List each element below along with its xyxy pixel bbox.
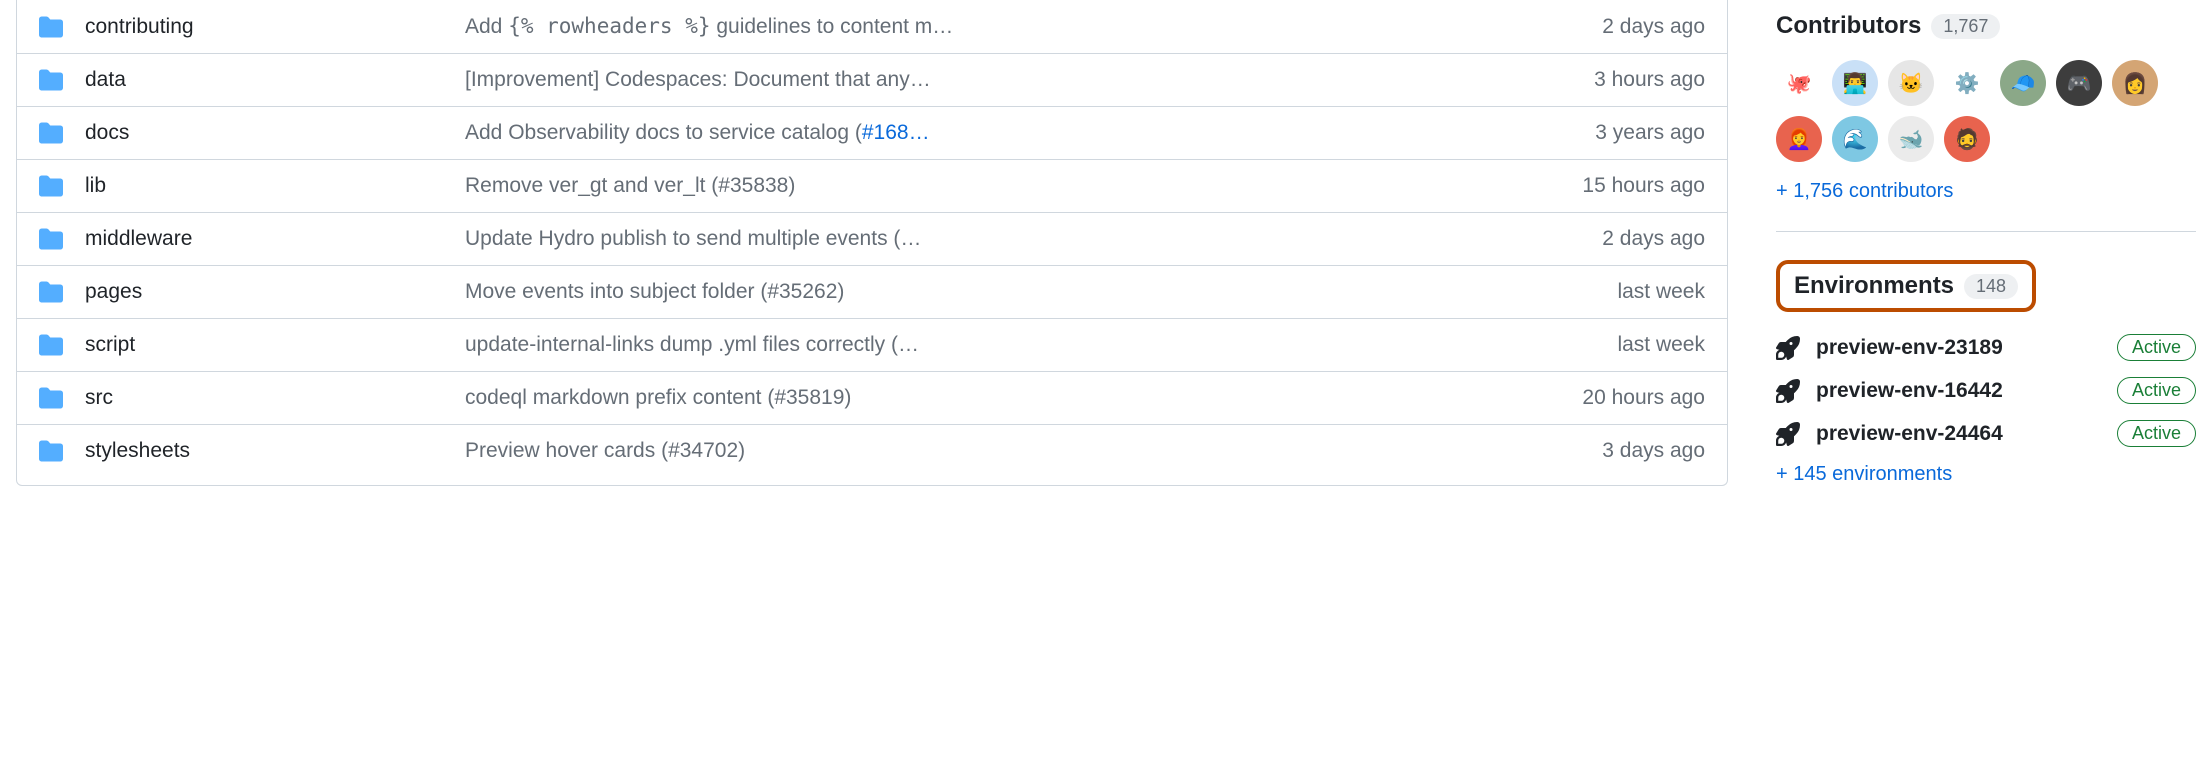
more-contributors-link[interactable]: + 1,756 contributors [1776,180,2196,203]
folder-icon [39,68,63,92]
environment-item[interactable]: preview-env-16442 Active [1776,377,2196,404]
file-name[interactable]: lib [85,174,465,198]
commit-message[interactable]: [Improvement] Codespaces: Document that … [465,68,1525,92]
commit-time: 2 days ago [1525,227,1705,251]
commit-time: 15 hours ago [1525,174,1705,198]
file-name[interactable]: middleware [85,227,465,251]
contributor-avatar[interactable]: 🎮 [2056,60,2102,106]
contributors-header[interactable]: Contributors 1,767 [1776,12,2196,40]
file-row: data[Improvement] Codespaces: Document t… [17,53,1727,106]
contributor-avatar[interactable]: 👨‍💻 [1832,60,1878,106]
contributors-avatars: 🐙👨‍💻🐱⚙️🧢🎮👩 👩‍🦰🌊🐋🧔 [1776,60,2196,162]
commit-time: 3 years ago [1525,121,1705,145]
status-badge: Active [2117,420,2196,447]
contributors-title: Contributors [1776,12,1921,40]
file-row: stylesheetsPreview hover cards (#34702)3… [17,424,1727,477]
commit-message[interactable]: Preview hover cards (#34702) [465,439,1525,463]
file-name[interactable]: stylesheets [85,439,465,463]
contributors-count-badge: 1,767 [1931,14,2000,39]
folder-icon [39,15,63,39]
more-environments-link[interactable]: + 145 environments [1776,463,2196,486]
file-row: contributingAdd {% rowheaders %} guideli… [17,0,1727,53]
file-list: contributingAdd {% rowheaders %} guideli… [16,0,1728,486]
rocket-icon [1776,336,1800,360]
file-name[interactable]: script [85,333,465,357]
contributor-avatar[interactable]: ⚙️ [1944,60,1990,106]
file-name[interactable]: data [85,68,465,92]
commit-message[interactable]: Add {% rowheaders %} guidelines to conte… [465,14,1525,39]
contributor-avatar[interactable]: 🧢 [2000,60,2046,106]
environments-count-badge: 148 [1964,274,2018,299]
commit-time: 2 days ago [1525,15,1705,39]
issue-link[interactable]: #168… [862,121,930,144]
commit-message[interactable]: Add Observability docs to service catalo… [465,121,1525,145]
file-name[interactable]: src [85,386,465,410]
rocket-icon [1776,422,1800,446]
commit-time: 3 hours ago [1525,68,1705,92]
folder-icon [39,439,63,463]
contributor-avatar[interactable]: 🌊 [1832,116,1878,162]
environment-item[interactable]: preview-env-24464 Active [1776,420,2196,447]
contributor-avatar[interactable]: 👩‍🦰 [1776,116,1822,162]
file-row: docsAdd Observability docs to service ca… [17,106,1727,159]
file-name[interactable]: contributing [85,15,465,39]
commit-message[interactable]: Remove ver_gt and ver_lt (#35838) [465,174,1525,198]
folder-icon [39,121,63,145]
contributor-avatar[interactable]: 🐙 [1776,60,1822,106]
folder-icon [39,280,63,304]
contributor-avatar[interactable]: 🐱 [1888,60,1934,106]
commit-message[interactable]: Move events into subject folder (#35262) [465,280,1525,304]
commit-time: last week [1525,333,1705,357]
commit-message[interactable]: codeql markdown prefix content (#35819) [465,386,1525,410]
section-divider [1776,231,2196,232]
file-row: middlewareUpdate Hydro publish to send m… [17,212,1727,265]
file-row: srccodeql markdown prefix content (#3581… [17,371,1727,424]
folder-icon [39,333,63,357]
file-row: pagesMove events into subject folder (#3… [17,265,1727,318]
commit-message[interactable]: update-internal-links dump .yml files co… [465,333,1525,357]
environments-header[interactable]: Environments 148 [1776,260,2036,312]
commit-message[interactable]: Update Hydro publish to send multiple ev… [465,227,1525,251]
file-name[interactable]: pages [85,280,465,304]
environments-list: preview-env-23189Activepreview-env-16442… [1776,334,2196,447]
contributor-avatar[interactable]: 🧔 [1944,116,1990,162]
commit-time: 3 days ago [1525,439,1705,463]
contributor-avatar[interactable]: 👩 [2112,60,2158,106]
environments-title: Environments [1794,272,1954,300]
environment-item[interactable]: preview-env-23189 Active [1776,334,2196,361]
rocket-icon [1776,379,1800,403]
sidebar: Contributors 1,767 🐙👨‍💻🐱⚙️🧢🎮👩 👩‍🦰🌊🐋🧔 + 1,… [1776,0,2196,486]
status-badge: Active [2117,334,2196,361]
status-badge: Active [2117,377,2196,404]
environment-name[interactable]: preview-env-24464 [1816,422,2101,446]
file-row: scriptupdate-internal-links dump .yml fi… [17,318,1727,371]
environment-name[interactable]: preview-env-16442 [1816,379,2101,403]
file-row: libRemove ver_gt and ver_lt (#35838)15 h… [17,159,1727,212]
commit-time: last week [1525,280,1705,304]
folder-icon [39,174,63,198]
folder-icon [39,227,63,251]
commit-time: 20 hours ago [1525,386,1705,410]
environment-name[interactable]: preview-env-23189 [1816,336,2101,360]
file-name[interactable]: docs [85,121,465,145]
contributor-avatar[interactable]: 🐋 [1888,116,1934,162]
folder-icon [39,386,63,410]
